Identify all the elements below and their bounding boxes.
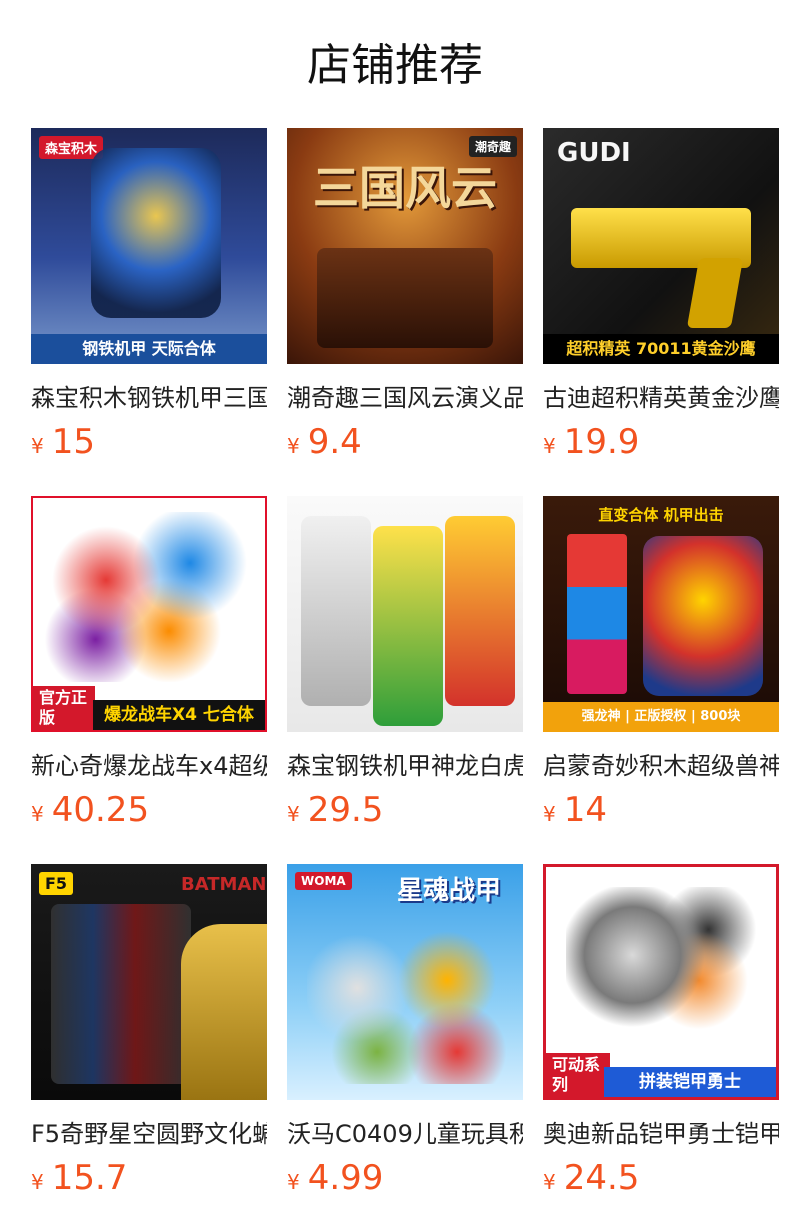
product-image[interactable]: 潮奇趣 三国风云 — [287, 128, 523, 364]
title-art: 三国风云 — [313, 161, 497, 215]
currency-symbol: ¥ — [287, 802, 300, 826]
logo-text: BATMAN — [181, 874, 267, 895]
price-amount: 14 — [563, 790, 607, 830]
brand-badge: WOMA — [295, 872, 352, 890]
currency-symbol: ¥ — [31, 802, 44, 826]
currency-symbol: ¥ — [287, 1170, 300, 1194]
price-amount: 15 — [51, 422, 95, 462]
product-name[interactable]: 新心奇爆龙战车x4超级 — [31, 748, 267, 784]
product-card[interactable]: F5 BATMAN F5奇野星空圆野文化蝙 ¥15.7 — [31, 864, 267, 1200]
currency-symbol: ¥ — [543, 434, 556, 458]
robot-figure — [643, 536, 763, 696]
price-amount: 15.7 — [51, 1158, 128, 1198]
product-image[interactable]: WOMA 星魂战甲 — [287, 864, 523, 1100]
product-card[interactable]: 森宝积木 钢铁机甲 天际合体 森宝积木钢铁机甲三国 ¥15 — [31, 128, 267, 464]
product-card[interactable]: GUDI 超积精英 70011黄金沙鹰 古迪超积精英黄金沙鹰 ¥19.9 — [543, 128, 779, 464]
currency-symbol: ¥ — [31, 1170, 44, 1194]
product-name[interactable]: 沃马C0409儿童玩具积 — [287, 1116, 523, 1152]
product-name[interactable]: 森宝钢铁机甲神龙白虎 — [287, 748, 523, 784]
product-name[interactable]: 古迪超积精英黄金沙鹰 — [543, 380, 779, 416]
product-price: ¥19.9 — [543, 420, 779, 464]
scene-figures — [317, 248, 493, 348]
product-image[interactable]: F5 BATMAN — [31, 864, 267, 1100]
price-amount: 9.4 — [307, 422, 362, 462]
mech-white-tiger — [301, 516, 371, 706]
title-art: 星魂战甲 — [397, 876, 502, 906]
product-price: ¥9.4 — [287, 420, 523, 464]
product-name[interactable]: 潮奇趣三国风云演义品 — [287, 380, 523, 416]
image-caption: 强龙神 | 正版授权 | 800块 — [543, 702, 779, 732]
armor-warriors — [566, 887, 756, 1057]
product-image[interactable]: 官方正版 爆龙战车X4 七合体 — [31, 496, 267, 732]
poseable-badge: 可动系列 — [546, 1053, 610, 1097]
product-card[interactable]: 官方正版 爆龙战车X4 七合体 新心奇爆龙战车x4超级 ¥40.25 — [31, 496, 267, 832]
product-name[interactable]: 启蒙奇妙积木超级兽神 — [543, 748, 779, 784]
product-price: ¥15.7 — [31, 1156, 267, 1200]
currency-symbol: ¥ — [543, 802, 556, 826]
image-caption: 超积精英 70011黄金沙鹰 — [543, 334, 779, 364]
product-card[interactable]: 潮奇趣 三国风云 潮奇趣三国风云演义品 ¥9.4 — [287, 128, 523, 464]
price-amount: 40.25 — [51, 790, 150, 830]
robot-figures — [43, 512, 253, 682]
brand-badge: F5 — [39, 872, 74, 895]
mech-green-dragon — [373, 526, 443, 726]
product-price: ¥14 — [543, 788, 779, 832]
mech-figures — [307, 924, 507, 1084]
product-card[interactable]: 森宝钢铁机甲神龙白虎 ¥29.5 — [287, 496, 523, 832]
beast-panels — [567, 534, 627, 694]
page-title: 店铺推荐 — [307, 40, 483, 91]
mech-red-bird — [445, 516, 515, 706]
product-name[interactable]: 奥迪新品铠甲勇士铠甲 — [543, 1116, 779, 1152]
product-price: ¥4.99 — [287, 1156, 523, 1200]
product-image[interactable]: 直变合体 机甲出击 强龙神 | 正版授权 | 800块 — [543, 496, 779, 732]
product-card[interactable]: WOMA 星魂战甲 沃马C0409儿童玩具积 ¥4.99 — [287, 864, 523, 1200]
product-image[interactable] — [287, 496, 523, 732]
pistol-grip — [686, 258, 744, 328]
product-image[interactable]: 森宝积木 钢铁机甲 天际合体 — [31, 128, 267, 364]
currency-symbol: ¥ — [287, 434, 300, 458]
image-caption: 爆龙战车X4 七合体 — [93, 700, 265, 730]
image-caption: 钢铁机甲 天际合体 — [31, 334, 267, 364]
product-name[interactable]: 森宝积木钢铁机甲三国 — [31, 380, 267, 416]
price-amount: 29.5 — [307, 790, 384, 830]
product-card[interactable]: 可动系列 拼装铠甲勇士 奥迪新品铠甲勇士铠甲 ¥24.5 — [543, 864, 779, 1200]
price-amount: 4.99 — [307, 1158, 384, 1198]
product-image[interactable]: 可动系列 拼装铠甲勇士 — [543, 864, 779, 1100]
gold-statue — [181, 924, 267, 1100]
official-badge: 官方正版 — [33, 686, 95, 730]
product-card[interactable]: 直变合体 机甲出击 强龙神 | 正版授权 | 800块 启蒙奇妙积木超级兽神 ¥… — [543, 496, 779, 832]
headline-badge: 直变合体 机甲出击 — [598, 506, 724, 524]
product-image[interactable]: GUDI 超积精英 70011黄金沙鹰 — [543, 128, 779, 364]
product-price: ¥15 — [31, 420, 267, 464]
brand-badge: GUDI — [557, 138, 631, 168]
product-price: ¥29.5 — [287, 788, 523, 832]
currency-symbol: ¥ — [543, 1170, 556, 1194]
product-name[interactable]: F5奇野星空圆野文化蝙 — [31, 1116, 267, 1152]
batman-figures — [51, 904, 191, 1084]
price-amount: 19.9 — [563, 422, 640, 462]
currency-symbol: ¥ — [31, 434, 44, 458]
robot-figure — [91, 148, 221, 318]
product-price: ¥24.5 — [543, 1156, 779, 1200]
product-price: ¥40.25 — [31, 788, 267, 832]
price-amount: 24.5 — [563, 1158, 640, 1198]
image-caption: 拼装铠甲勇士 — [604, 1067, 776, 1097]
brand-badge: 森宝积木 — [39, 136, 104, 159]
